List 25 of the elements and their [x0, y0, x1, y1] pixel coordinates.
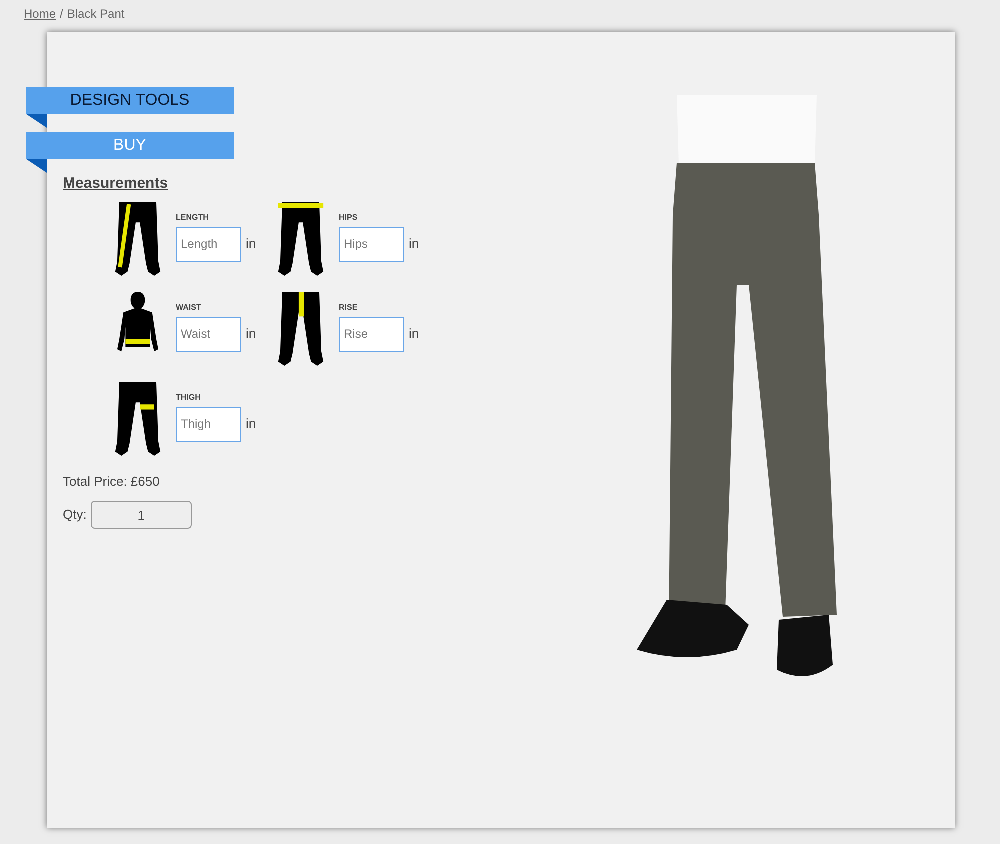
measurements-heading: Measurements — [63, 174, 170, 194]
measurement-input[interactable]: Length — [176, 226, 241, 262]
unit-label: in — [246, 325, 256, 344]
measurement-input[interactable]: Rise — [339, 316, 404, 352]
measurement-input[interactable]: Hips — [339, 226, 404, 262]
breadcrumb-current: Black Pant — [67, 6, 125, 23]
unit-label: in — [409, 235, 420, 254]
unit-label: in — [246, 415, 256, 434]
total-price: Total Price: £650 — [63, 472, 161, 490]
breadcrumb-separator: / — [60, 6, 64, 23]
measurement-label: THIGH — [176, 392, 202, 404]
qty-input[interactable]: 1 — [90, 501, 192, 529]
measurement-input[interactable]: Thigh — [176, 406, 241, 442]
measurement-label: HIPS — [339, 212, 359, 224]
measurement-label: WAIST — [176, 302, 202, 314]
ribbon-fold-icon — [26, 159, 47, 173]
measurement-label: RISE — [339, 302, 359, 314]
ribbon-fold-icon — [26, 114, 47, 128]
unit-label: in — [246, 235, 256, 254]
measurement-label: LENGTH — [176, 212, 210, 224]
home-link[interactable]: Home — [24, 5, 56, 32]
measurement-input[interactable]: Waist — [176, 316, 241, 352]
qty-label: Qty: — [63, 506, 87, 524]
ribbon-tab[interactable]: DESIGN TOOLS — [26, 87, 234, 114]
unit-label: in — [409, 325, 420, 344]
